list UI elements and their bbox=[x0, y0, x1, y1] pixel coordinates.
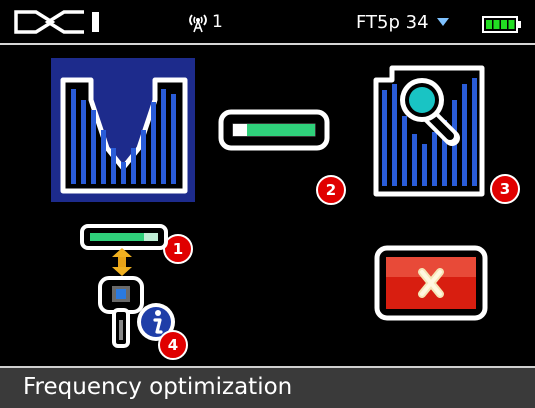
close-x-icon[interactable] bbox=[374, 245, 488, 321]
triangle-down-icon[interactable] bbox=[436, 17, 450, 27]
signal-strength-bar-icon bbox=[218, 109, 330, 151]
screen: 1 FT5p 34 1 2 3 4 Frequency optimization bbox=[0, 0, 535, 408]
status-bar: 1 FT5p 34 bbox=[0, 0, 535, 42]
antenna-signal-icon bbox=[189, 14, 207, 33]
dci-logo bbox=[14, 10, 99, 34]
battery-full-icon bbox=[482, 16, 521, 33]
frequency-optimization-spectrum-icon bbox=[60, 77, 188, 194]
frequency-mode-selector[interactable]: FT5p 34 bbox=[356, 8, 450, 36]
badge-2: 2 bbox=[316, 175, 346, 205]
menu-item-spectrum-search[interactable]: 3 bbox=[370, 60, 520, 204]
menu-item-signal-strength[interactable]: 2 bbox=[218, 109, 346, 205]
screen-title: Frequency optimization bbox=[23, 374, 293, 400]
menu-item-transmitter-info[interactable]: 4 bbox=[78, 224, 188, 360]
footer-bar: Frequency optimization bbox=[0, 366, 535, 408]
signal-indicator: 1 bbox=[186, 8, 223, 36]
frequency-mode-label[interactable]: FT5p 34 bbox=[356, 12, 429, 33]
badge-3: 3 bbox=[490, 174, 520, 204]
badge-4: 4 bbox=[158, 330, 188, 360]
spectrum-search-magnifier-icon bbox=[373, 65, 485, 197]
exit-button[interactable] bbox=[374, 245, 488, 321]
signal-count: 1 bbox=[212, 12, 223, 32]
status-divider bbox=[0, 43, 535, 45]
menu-item-frequency-optimization[interactable]: 1 bbox=[51, 58, 195, 264]
